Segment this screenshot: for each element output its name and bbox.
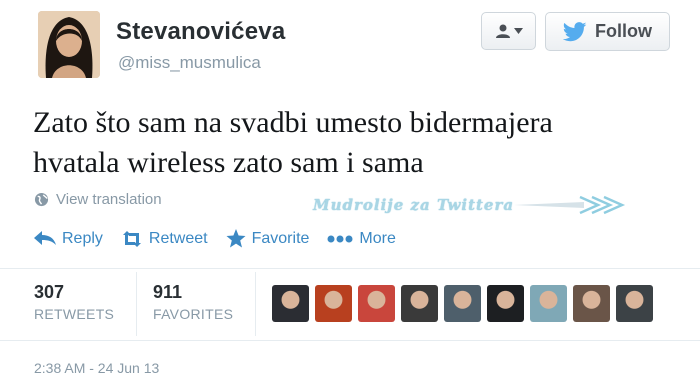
tweet-actions: Reply Retweet Favorite More (34, 229, 414, 248)
retweets-stat[interactable]: 307 RETWEETS (34, 282, 114, 322)
retweet-icon (122, 230, 141, 247)
favoriter-avatar[interactable] (444, 285, 481, 322)
tweet-timestamp[interactable]: 2:38 AM - 24 Jun 13 (34, 360, 159, 376)
favoriter-avatar[interactable] (573, 285, 610, 322)
divider (0, 268, 700, 269)
retweet-action[interactable]: Retweet (121, 230, 208, 248)
globe-icon (34, 192, 49, 207)
more-action[interactable]: More (327, 229, 396, 248)
watermark-arrow-graphic (514, 195, 626, 215)
watermark: Mudrolije za Twittera (313, 194, 629, 216)
chevron-down-icon (513, 28, 523, 34)
view-translation-label: View translation (56, 191, 162, 208)
tweet-text: Zato što sam na svadbi umesto bidermajer… (33, 103, 683, 183)
favorites-stat[interactable]: 911 FAVORITES (153, 282, 233, 322)
avatar-image (38, 11, 100, 78)
favoriter-avatar[interactable] (616, 285, 653, 322)
divider (0, 340, 700, 341)
more-dots-icon (327, 235, 353, 242)
favoriter-avatar[interactable] (358, 285, 395, 322)
avatar[interactable] (38, 11, 100, 78)
favorite-label: Favorite (251, 229, 310, 247)
favoriter-avatar[interactable] (315, 285, 352, 322)
reply-action[interactable]: Reply (34, 230, 103, 248)
tweet-card: Stevanovićeva @miss_musmulica Follow Zat… (0, 0, 700, 390)
reply-arrow-icon (34, 230, 56, 245)
favorites-count: 911 (153, 282, 183, 302)
stat-divider (136, 272, 137, 336)
twitter-bird-icon (563, 21, 587, 41)
more-label: More (359, 229, 396, 247)
favoriter-avatar[interactable] (272, 285, 309, 322)
screen-name[interactable]: @miss_musmulica (118, 53, 261, 73)
retweets-label: RETWEETS (34, 306, 115, 322)
tweet-text-line-1: Zato što sam na svadbi umesto bidermajer… (33, 106, 553, 139)
favorite-action[interactable]: Favorite (226, 229, 310, 248)
favoriter-avatars (272, 285, 653, 322)
view-translation-link[interactable]: View translation (34, 191, 162, 208)
display-name[interactable]: Stevanovićeva (116, 18, 285, 46)
stat-divider (255, 272, 256, 336)
retweets-count: 307 (34, 282, 65, 302)
reply-label: Reply (62, 229, 103, 247)
retweet-label: Retweet (148, 229, 208, 247)
watermark-text: Mudrolije za Twittera (313, 196, 515, 214)
user-dropdown-icon (495, 24, 510, 38)
follow-button-label: Follow (595, 21, 652, 41)
tweet-text-line-2: hvatala wireless zato sam i sama (33, 146, 424, 179)
favoriter-avatar[interactable] (401, 285, 438, 322)
user-actions-dropdown[interactable] (481, 12, 536, 50)
favorites-label: FAVORITES (153, 306, 234, 322)
star-icon (226, 229, 246, 248)
follow-button[interactable]: Follow (545, 12, 670, 51)
favoriter-avatar[interactable] (530, 285, 567, 322)
favoriter-avatar[interactable] (487, 285, 524, 322)
